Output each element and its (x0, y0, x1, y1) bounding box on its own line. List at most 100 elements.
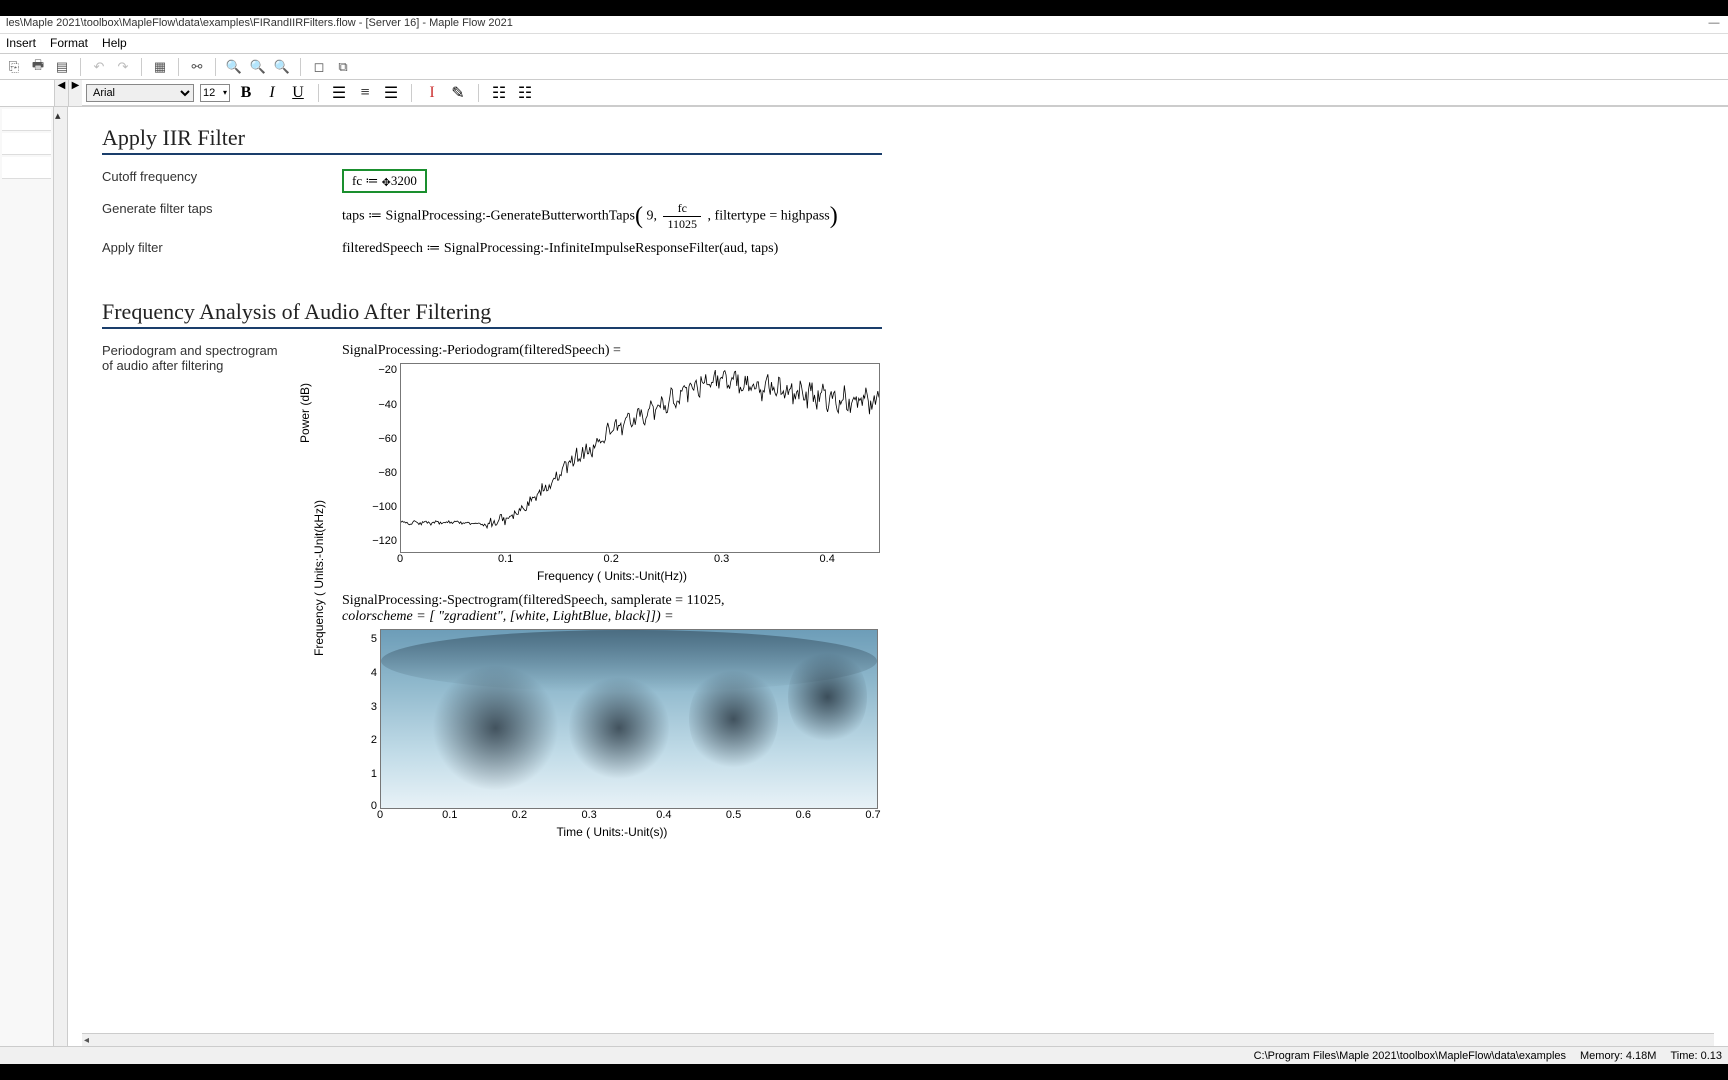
expr-prefix: fc ≔ (352, 173, 382, 188)
row-apply-filter: Apply filter filteredSpeech ≔ SignalProc… (102, 240, 882, 257)
dropdown-icon: ▾ (223, 88, 227, 97)
panel-collapse-left[interactable]: ◀ (54, 80, 68, 106)
align-left-button[interactable]: ☰ (329, 83, 349, 103)
separator (478, 84, 479, 102)
side-panel-row[interactable] (2, 133, 51, 155)
periodogram-xticks: 0 0.1 0.2 0.3 0.4 (400, 553, 880, 567)
expr-part: taps ≔ SignalProcessing:-GenerateButterw… (342, 209, 635, 224)
fraction-num: fc (663, 201, 701, 217)
separator (141, 58, 142, 76)
expr-part: , filtertype = highpass (708, 209, 830, 224)
zoom-reset-button[interactable]: 🔍 (248, 57, 268, 77)
menu-help[interactable]: Help (102, 36, 127, 51)
side-panel-row[interactable] (2, 157, 51, 179)
highlight-button[interactable]: ✎ (448, 83, 468, 103)
menu-format[interactable]: Format (50, 36, 88, 51)
align-center-button[interactable]: ≡ (355, 83, 375, 103)
expr-taps[interactable]: taps ≔ SignalProcessing:-GenerateButterw… (342, 201, 882, 232)
periodogram-svg (401, 364, 879, 552)
spectrogram-ylabel: Frequency ( Units:-Unit(kHz)) (312, 500, 326, 656)
spectrogram-xlabel: Time ( Units:-Unit(s)) (342, 825, 882, 839)
plot-call-spectrogram-l2: colorscheme = [ "zgradient", [white, Lig… (342, 609, 674, 624)
status-time: Time: 0.13 (1670, 1050, 1722, 1062)
expr-apply[interactable]: filteredSpeech ≔ SignalProcessing:-Infin… (342, 240, 882, 257)
letterbox-top (0, 0, 1728, 16)
canvas-button-2[interactable]: ⧉ (333, 57, 353, 77)
font-size-select[interactable]: 12 ▾ (200, 84, 230, 102)
text-tool-button[interactable]: I (422, 83, 442, 103)
window-titlebar: les\Maple 2021\toolbox\MapleFlow\data\ex… (0, 16, 1728, 34)
vertical-scroll-gutter[interactable]: ▴ (54, 107, 68, 1047)
separator (318, 84, 319, 102)
plot-call-periodogram[interactable]: SignalProcessing:-Periodogram(filteredSp… (342, 343, 882, 359)
status-path: C:\Program Files\Maple 2021\toolbox\Mapl… (1254, 1050, 1566, 1062)
align-right-button[interactable]: ☰ (381, 83, 401, 103)
separator (300, 58, 301, 76)
periodogram-yticks: −20 −40 −60 −80 −100 −120 (367, 364, 397, 552)
expr-value: 3200 (391, 173, 417, 188)
separator (215, 58, 216, 76)
side-panel (0, 107, 54, 1047)
ruler-gutter (68, 107, 82, 1047)
zoom-in-button[interactable]: 🔍 (224, 57, 244, 77)
section-rule (102, 327, 882, 329)
main-toolbar: ⎘ 🖶 ▤ ↶ ↷ ▦ ⚯ 🔍 🔍 🔍 ◻ ⧉ (0, 54, 1728, 80)
section-heading: Frequency Analysis of Audio After Filter… (102, 299, 882, 325)
row-generate-taps: Generate filter taps taps ≔ SignalProces… (102, 201, 882, 232)
status-memory: Memory: 4.18M (1580, 1050, 1656, 1062)
toolbar-button-1[interactable]: ⎘ (4, 57, 24, 77)
expr-part: 9, (646, 209, 657, 224)
menu-insert[interactable]: Insert (6, 36, 36, 51)
window-controls: — (1706, 17, 1722, 32)
fraction: fc 11025 (663, 201, 701, 232)
label-cutoff: Cutoff frequency (102, 169, 342, 193)
redo-button[interactable]: ↷ (113, 57, 133, 77)
section-rule (102, 153, 882, 155)
number-list-button[interactable]: ☷ (515, 83, 535, 103)
underline-button[interactable]: U (288, 83, 308, 103)
move-cursor-icon: ✥ (382, 176, 391, 189)
font-size-value: 12 (203, 87, 215, 99)
side-panel-row[interactable] (2, 109, 51, 131)
spectrogram-plot: 5 4 3 2 1 0 (380, 629, 878, 809)
letterbox-bottom (0, 1064, 1728, 1080)
panel-expand-right[interactable]: ▶ (68, 80, 82, 106)
print-button[interactable]: 🖶 (28, 57, 48, 77)
toolbar-button-3[interactable]: ▤ (52, 57, 72, 77)
window-title: les\Maple 2021\toolbox\MapleFlow\data\ex… (6, 17, 513, 32)
spectrogram-yticks: 5 4 3 2 1 0 (361, 630, 377, 808)
label-line: of audio after filtering (102, 358, 342, 373)
separator (178, 58, 179, 76)
scroll-up-icon[interactable]: ▴ (55, 109, 61, 122)
menu-bar: Insert Format Help (0, 34, 1728, 54)
undo-button[interactable]: ↶ (89, 57, 109, 77)
label-apply: Apply filter (102, 240, 342, 257)
row-cutoff-frequency: Cutoff frequency fc ≔ ✥3200 (102, 169, 882, 193)
label-line: Periodogram and spectrogram (102, 343, 342, 358)
status-bar: C:\Program Files\Maple 2021\toolbox\Mapl… (0, 1046, 1728, 1064)
periodogram-ylabel: Power (dB) (298, 383, 312, 443)
label-taps: Generate filter taps (102, 201, 342, 232)
bullet-list-button[interactable]: ☷ (489, 83, 509, 103)
minimize-button[interactable]: — (1706, 17, 1722, 29)
document-canvas[interactable]: Apply IIR Filter Cutoff frequency fc ≔ ✥… (82, 107, 1728, 1047)
separator (411, 84, 412, 102)
fraction-den: 11025 (663, 217, 701, 232)
zoom-out-button[interactable]: 🔍 (272, 57, 292, 77)
separator (80, 58, 81, 76)
periodogram-plot: −20 −40 −60 −80 −100 −120 (400, 363, 880, 553)
active-input-fc[interactable]: fc ≔ ✥3200 (342, 169, 427, 193)
spectrogram-xticks: 0 0.1 0.2 0.3 0.4 0.5 0.6 0.7 (380, 809, 878, 823)
label-plots: Periodogram and spectrogram of audio aft… (102, 343, 342, 373)
grid-button[interactable]: ▦ (150, 57, 170, 77)
horizontal-scrollbar[interactable]: ◂ (82, 1033, 1714, 1047)
bold-button[interactable]: B (236, 83, 256, 103)
link-button[interactable]: ⚯ (187, 57, 207, 77)
periodogram-xlabel: Frequency ( Units:-Unit(Hz)) (342, 569, 882, 583)
section-heading: Apply IIR Filter (102, 125, 882, 151)
canvas-button-1[interactable]: ◻ (309, 57, 329, 77)
font-select[interactable]: Arial (86, 84, 194, 102)
format-toolbar: Arial 12 ▾ B I U ☰ ≡ ☰ I ✎ ☷ ☷ (82, 80, 1728, 106)
plot-call-spectrogram-l1[interactable]: SignalProcessing:-Spectrogram(filteredSp… (342, 593, 882, 609)
italic-button[interactable]: I (262, 83, 282, 103)
